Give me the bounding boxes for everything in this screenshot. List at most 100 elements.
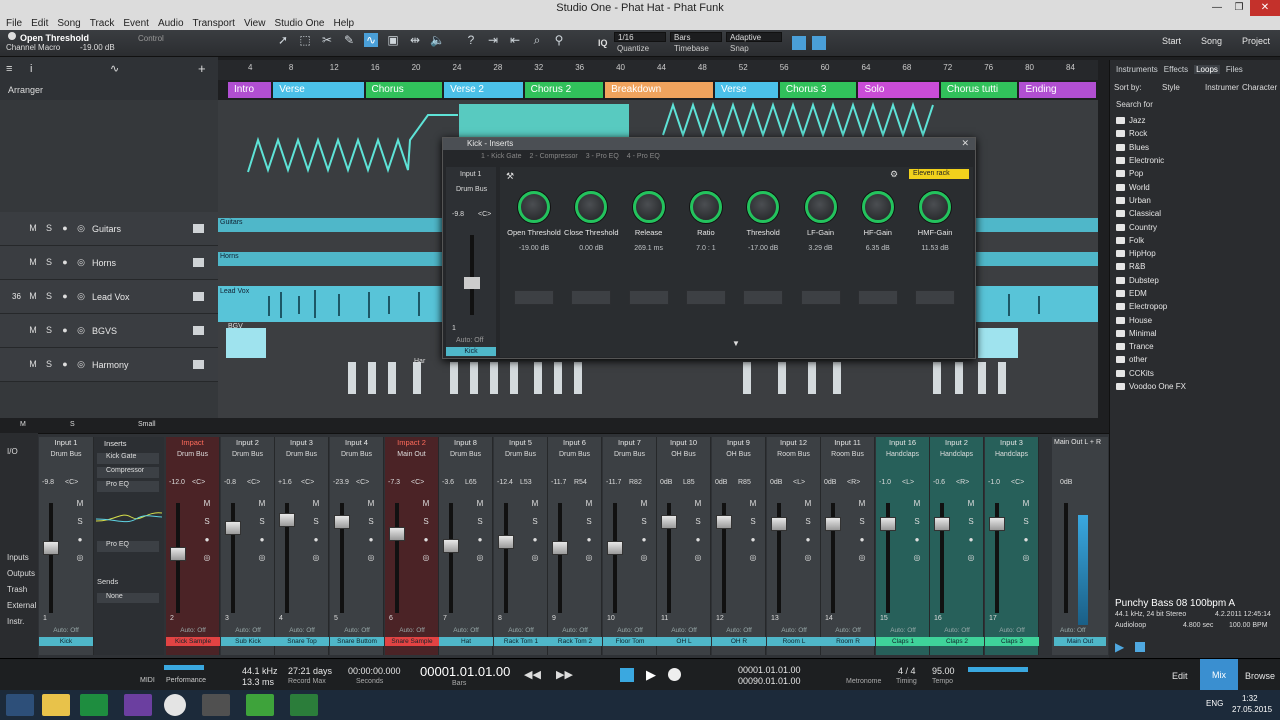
skip-icon[interactable]: ⇥: [486, 33, 500, 47]
channel-auto[interactable]: Auto: Off: [439, 627, 493, 634]
channel-solo[interactable]: S: [419, 513, 433, 531]
folder-item[interactable]: R&B: [1116, 260, 1186, 273]
fader-handle[interactable]: [389, 527, 405, 541]
menu-item-file[interactable]: File: [6, 18, 22, 29]
channel-output[interactable]: Handclaps: [930, 449, 983, 461]
channel-header[interactable]: Input 11: [821, 437, 874, 449]
section-1[interactable]: Verse: [273, 82, 364, 98]
channel-record[interactable]: ●: [309, 531, 323, 549]
channel-pan[interactable]: L65: [465, 479, 477, 486]
channel-output[interactable]: Drum Bus: [330, 449, 383, 461]
clip-horns[interactable]: Horns: [220, 253, 239, 260]
channel-record[interactable]: ●: [910, 531, 924, 549]
clip-har[interactable]: Har: [414, 358, 425, 365]
section-7[interactable]: Chorus 3: [779, 82, 857, 98]
menu-icon[interactable]: ≡: [6, 63, 12, 75]
channel-solo[interactable]: S: [582, 513, 596, 531]
channel-monitor[interactable]: ◎: [910, 549, 924, 567]
channel-monitor[interactable]: ◎: [200, 549, 214, 567]
inspector-icon[interactable]: i: [30, 63, 32, 75]
character-sort[interactable]: Character: [1242, 83, 1278, 92]
knob-control[interactable]: [919, 191, 952, 223]
channel-auto[interactable]: Auto: Off: [821, 627, 875, 634]
folder-item[interactable]: World: [1116, 180, 1186, 193]
track-height-select[interactable]: Small: [138, 421, 156, 428]
channel-output[interactable]: Drum Bus: [275, 449, 328, 461]
section-9[interactable]: Chorus tutti: [940, 82, 1018, 98]
channel-monitor[interactable]: ◎: [746, 549, 760, 567]
preset-label[interactable]: Eleven rack: [909, 169, 969, 179]
stop-preview-icon[interactable]: [1135, 642, 1145, 652]
arrow-tool-icon[interactable]: ➚: [276, 33, 290, 47]
channel-pan[interactable]: <C>: [247, 479, 260, 486]
channel-auto[interactable]: Auto: Off: [767, 627, 821, 634]
channel-monitor[interactable]: ◎: [582, 549, 596, 567]
channel-solo[interactable]: S: [473, 513, 487, 531]
macro-button-6[interactable]: [800, 290, 841, 305]
channel-header[interactable]: Input 3: [985, 437, 1038, 449]
folder-item[interactable]: Trance: [1116, 340, 1186, 353]
send-slot[interactable]: None: [97, 593, 159, 603]
channel-solo[interactable]: S: [364, 513, 378, 531]
channel-mute[interactable]: M: [309, 495, 323, 513]
browser-tab-instruments[interactable]: Instruments: [1116, 65, 1158, 74]
strip-bus[interactable]: Drum Bus: [456, 186, 487, 193]
channel-header[interactable]: Input 12: [767, 437, 820, 449]
strip-input[interactable]: Input 1: [460, 171, 481, 178]
channel-record[interactable]: ●: [637, 531, 651, 549]
channel-pan[interactable]: <C>: [411, 479, 424, 486]
style-sort[interactable]: Style: [1162, 83, 1180, 92]
channel-header[interactable]: Input 7: [603, 437, 656, 449]
fader-handle[interactable]: [225, 521, 241, 535]
channel-monitor[interactable]: ◎: [73, 549, 87, 567]
folder-item[interactable]: Rock: [1116, 127, 1186, 140]
channel-mute[interactable]: M: [637, 495, 651, 513]
solo-button[interactable]: S: [43, 359, 55, 370]
menu-item-audio[interactable]: Audio: [158, 18, 184, 29]
channel-mute[interactable]: M: [200, 495, 214, 513]
channel-header[interactable]: Input 10: [657, 437, 710, 449]
mute-tool-icon[interactable]: ▣: [386, 33, 400, 47]
folder-icon[interactable]: [193, 224, 204, 233]
insert-tab-2[interactable]: 2 - Compressor: [529, 153, 577, 160]
clip-leadvox[interactable]: Lead Vox: [220, 288, 249, 295]
channel-solo[interactable]: S: [637, 513, 651, 531]
menu-item-transport[interactable]: Transport: [193, 18, 235, 29]
channel-output[interactable]: Main Out: [385, 449, 438, 461]
tempo-value[interactable]: 95.00: [932, 666, 955, 676]
forward-icon[interactable]: ▶▶: [556, 668, 573, 681]
wrench-icon[interactable]: ⚒: [506, 171, 514, 182]
channel-header[interactable]: Input 16: [876, 437, 929, 449]
solo-button[interactable]: S: [43, 325, 55, 336]
folder-icon[interactable]: [193, 258, 204, 267]
channel-pan[interactable]: <C>: [1011, 479, 1024, 486]
browse-button[interactable]: Browse: [1245, 671, 1275, 681]
insert-tab-3[interactable]: 3 - Pro EQ: [586, 153, 619, 160]
play-preview-icon[interactable]: ▶: [1115, 640, 1124, 654]
channel-record[interactable]: ●: [73, 531, 87, 549]
channel-header[interactable]: Input 9: [712, 437, 765, 449]
track-harmony[interactable]: M S ● ◎ Harmony: [0, 348, 218, 382]
app2-icon[interactable]: [246, 694, 274, 716]
start-icon[interactable]: [6, 694, 34, 716]
browser-tab-files[interactable]: Files: [1226, 65, 1243, 74]
edit-button[interactable]: Edit: [1172, 671, 1188, 681]
channel-monitor[interactable]: ◎: [364, 549, 378, 567]
channel-pan[interactable]: R54: [574, 479, 587, 486]
channel-pan[interactable]: <R>: [847, 479, 860, 486]
channel-output[interactable]: Handclaps: [985, 449, 1038, 461]
channel-mute[interactable]: M: [582, 495, 596, 513]
channel-output[interactable]: Drum Bus: [603, 449, 656, 461]
control-value[interactable]: -19.00 dB: [80, 43, 115, 52]
menu-item-song[interactable]: Song: [57, 18, 80, 29]
channel-record[interactable]: ●: [746, 531, 760, 549]
listen-tool-icon[interactable]: 🔈: [430, 33, 445, 47]
channel-header[interactable]: Input 2: [221, 437, 274, 449]
folder-item[interactable]: Voodoo One FX: [1116, 380, 1186, 393]
record-arm-button[interactable]: ●: [59, 291, 71, 302]
channel-monitor[interactable]: ◎: [528, 549, 542, 567]
channel-auto[interactable]: Auto: Off: [603, 627, 657, 634]
channel-output[interactable]: Drum Bus: [548, 449, 601, 461]
channel-auto[interactable]: Auto: Off: [385, 627, 439, 634]
channel-mute[interactable]: M: [746, 495, 760, 513]
